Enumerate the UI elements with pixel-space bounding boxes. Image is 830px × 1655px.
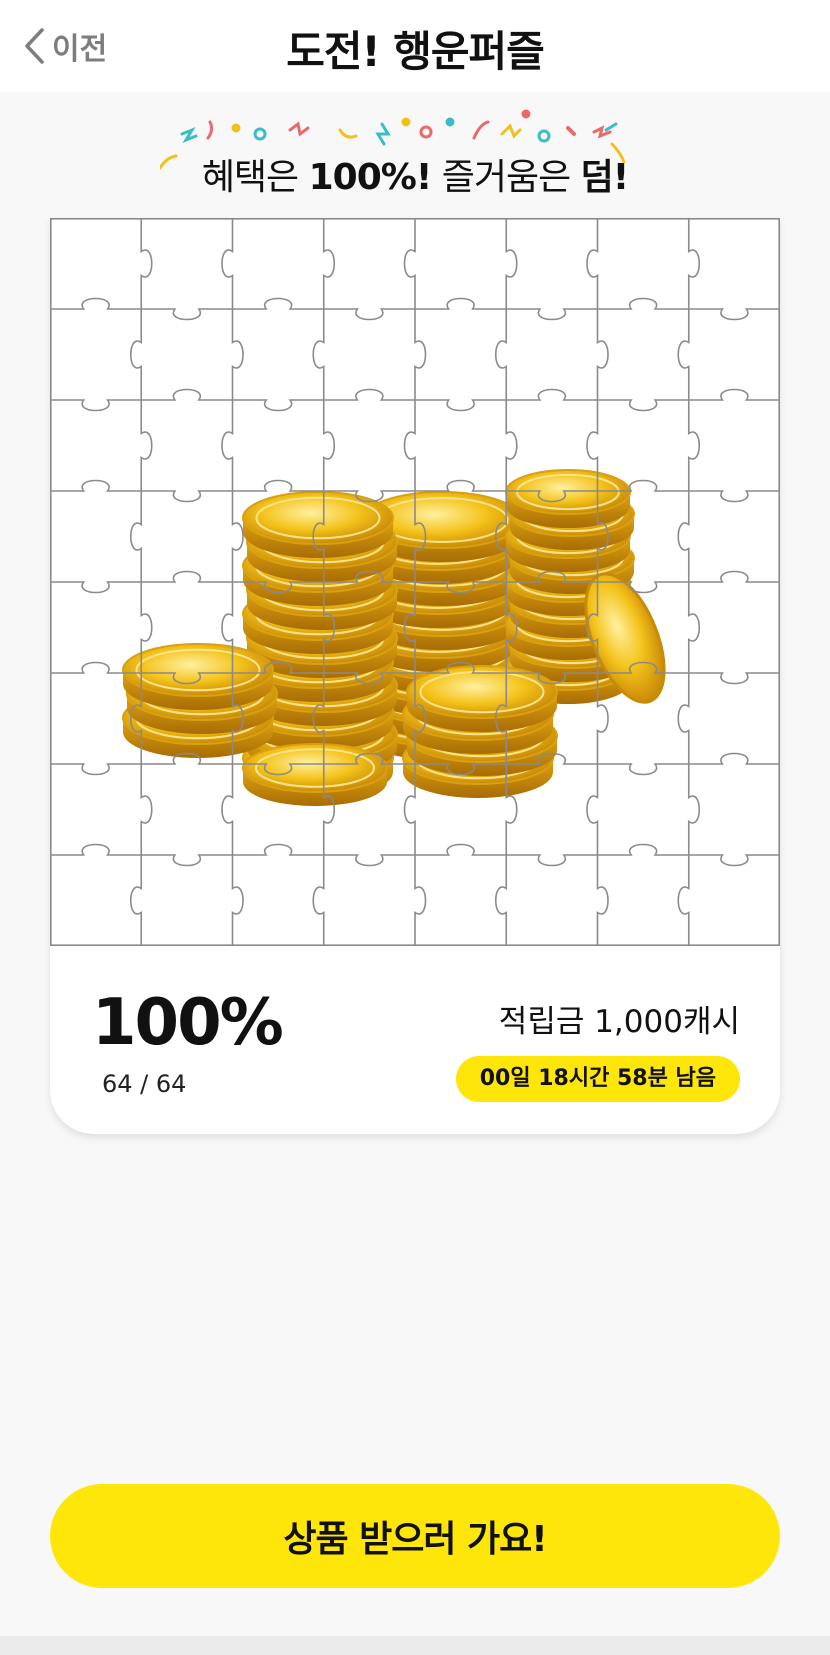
time-remaining-badge: 00일 18시간 58분 남음 [455, 1056, 740, 1102]
slogan-part-2: 100%! [308, 157, 433, 198]
page-title: 도전! 행운퍼즐 [286, 27, 545, 76]
bottom-edge [0, 1636, 830, 1655]
pieces-count: 64 / 64 [102, 1070, 187, 1098]
slogan-part-3: 즐거움은 [431, 157, 581, 198]
puzzle-board [50, 218, 780, 946]
slogan-part-4: 덤! [580, 157, 630, 198]
top-nav-bar: 이전 도전! 행운퍼즐 [0, 0, 830, 92]
slogan-part-1: 혜택은 [201, 157, 309, 198]
puzzle-card: 100% 64 / 64 적립금 1,000캐시 00일 18시간 58분 남음 [50, 218, 780, 1134]
progress-percent: 100% [92, 986, 284, 1060]
reward-amount: 적립금 1,000캐시 [498, 1004, 740, 1040]
claim-prize-button[interactable]: 상품 받으러 가요! [50, 1484, 780, 1588]
slogan: 혜택은 100%! 즐거움은 덤! [0, 148, 830, 200]
